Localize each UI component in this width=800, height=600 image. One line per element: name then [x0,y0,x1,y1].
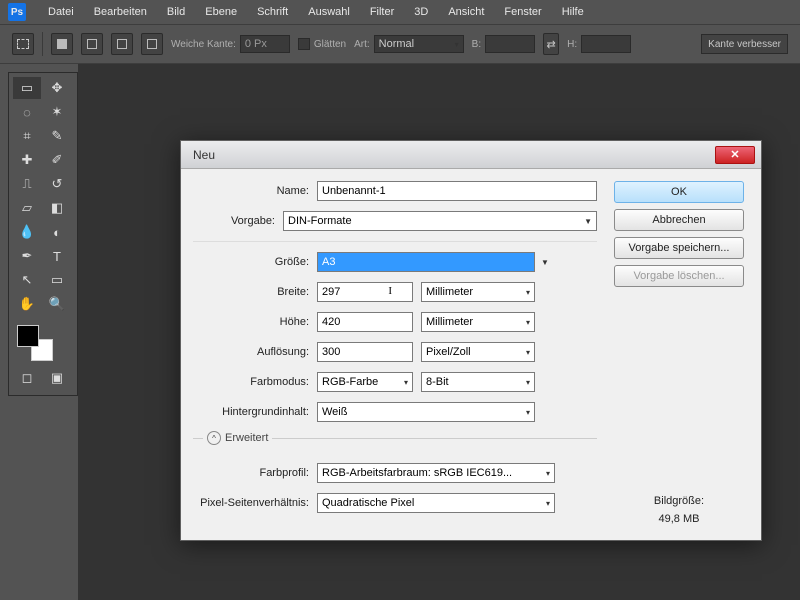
delete-preset-button[interactable]: Vorgabe löschen... [614,265,744,287]
stamp-tool-icon[interactable]: ⎍ [13,173,41,195]
dodge-tool-icon[interactable]: ◐ [43,221,71,243]
type-tool-icon[interactable]: T [43,245,71,267]
resolution-input[interactable] [317,342,413,362]
style-label: Art: [354,39,370,50]
preset-select[interactable]: DIN-Formate▼ [283,211,597,231]
image-size-value: 49,8 MB [654,511,704,529]
cancel-button[interactable]: Abbrechen [614,209,744,231]
history-brush-tool-icon[interactable]: ↺ [43,173,71,195]
hand-tool-icon[interactable]: ✋ [13,293,41,315]
magic-wand-tool-icon[interactable]: ✶ [43,101,71,123]
menu-auswahl[interactable]: Auswahl [298,2,360,22]
height-input[interactable] [317,312,413,332]
foreground-color-swatch[interactable] [17,325,39,347]
height-label: H: [567,39,577,50]
tool-panel: ▭✥ ◌✶ ⌗✎ ✚✐ ⎍↺ ▱◧ 💧◐ ✒T ↖▭ ✋🔍 ◻▣ [8,72,78,396]
blur-tool-icon[interactable]: 💧 [13,221,41,243]
feather-input[interactable]: 0 Px [240,35,290,53]
menu-fenster[interactable]: Fenster [494,2,551,22]
size-label: Größe: [193,256,317,268]
app-logo: Ps [8,3,26,21]
bitdepth-select[interactable]: 8-Bit▾ [421,372,535,392]
background-select[interactable]: Weiß▾ [317,402,535,422]
menu-bild[interactable]: Bild [157,2,195,22]
name-label: Name: [193,185,317,197]
screenmode-icon[interactable]: ▣ [43,367,71,389]
name-input[interactable] [317,181,597,201]
dialog-title: Neu [187,148,215,162]
width-input[interactable] [485,35,535,53]
eraser-tool-icon[interactable]: ▱ [13,197,41,219]
feather-label: Weiche Kante: [171,39,236,50]
selection-intersect-icon[interactable] [141,33,163,55]
menu-bearbeiten[interactable]: Bearbeiten [84,2,157,22]
eyedropper-tool-icon[interactable]: ✎ [43,125,71,147]
width-label: B: [472,39,481,50]
healing-brush-tool-icon[interactable]: ✚ [13,149,41,171]
width-unit-select[interactable]: Millimeter▾ [421,282,535,302]
style-select[interactable]: Normal▾ [374,35,464,53]
menu-3d[interactable]: 3D [404,2,438,22]
width-label: Breite: [193,286,317,298]
save-preset-button[interactable]: Vorgabe speichern... [614,237,744,259]
height-unit-select[interactable]: Millimeter▾ [421,312,535,332]
selection-add-icon[interactable] [81,33,103,55]
crop-tool-icon[interactable]: ⌗ [13,125,41,147]
selection-new-icon[interactable] [51,33,73,55]
close-icon: ✕ [730,148,739,161]
pixelratio-label: Pixel-Seitenverhältnis: [193,497,317,509]
lasso-tool-icon[interactable]: ◌ [13,101,41,123]
new-document-dialog: Neu ✕ Name: Vorgabe: DIN-Formate▼ Größe:… [180,140,762,541]
advanced-label: Erweitert [225,432,268,444]
move-tool-icon[interactable]: ✥ [43,77,71,99]
anti-alias-checkbox[interactable] [298,38,310,50]
ok-button[interactable]: OK [614,181,744,203]
close-button[interactable]: ✕ [715,146,755,164]
image-size-heading: Bildgröße: [654,493,704,511]
menubar: Ps Datei Bearbeiten Bild Ebene Schrift A… [0,0,800,24]
menu-filter[interactable]: Filter [360,2,404,22]
zoom-tool-icon[interactable]: 🔍 [43,293,71,315]
advanced-toggle-icon[interactable]: ^ [207,431,221,445]
brush-tool-icon[interactable]: ✐ [43,149,71,171]
gradient-tool-icon[interactable]: ◧ [43,197,71,219]
marquee-tool-icon[interactable] [12,33,34,55]
menu-ansicht[interactable]: Ansicht [438,2,494,22]
height-input[interactable] [581,35,631,53]
dialog-titlebar[interactable]: Neu ✕ [181,141,761,169]
colorprofile-label: Farbprofil: [193,467,317,479]
path-select-tool-icon[interactable]: ↖ [13,269,41,291]
color-swatches[interactable] [17,325,53,361]
menu-hilfe[interactable]: Hilfe [552,2,594,22]
marquee-tool-icon[interactable]: ▭ [13,77,41,99]
resolution-unit-select[interactable]: Pixel/Zoll▾ [421,342,535,362]
shape-tool-icon[interactable]: ▭ [43,269,71,291]
menu-ebene[interactable]: Ebene [195,2,247,22]
swap-wh-icon[interactable]: ⇄ [543,33,559,55]
colormode-select[interactable]: RGB-Farbe▾ [317,372,413,392]
background-label: Hintergrundinhalt: [193,406,317,418]
refine-edge-button[interactable]: Kante verbesser [701,34,788,54]
size-select[interactable]: A3 [317,252,535,272]
height-label: Höhe: [193,316,317,328]
width-input[interactable]: I [317,282,413,302]
resolution-label: Auflösung: [193,346,317,358]
colormode-label: Farbmodus: [193,376,317,388]
quickmask-icon[interactable]: ◻ [13,367,41,389]
pixelratio-select[interactable]: Quadratische Pixel▾ [317,493,555,513]
anti-alias-label: Glätten [314,39,346,50]
preset-label: Vorgabe: [193,215,283,227]
menu-datei[interactable]: Datei [38,2,84,22]
pen-tool-icon[interactable]: ✒ [13,245,41,267]
menu-schrift[interactable]: Schrift [247,2,298,22]
colorprofile-select[interactable]: RGB-Arbeitsfarbraum: sRGB IEC619...▾ [317,463,555,483]
selection-sub-icon[interactable] [111,33,133,55]
optionbar: Weiche Kante: 0 Px Glätten Art: Normal▾ … [0,24,800,64]
